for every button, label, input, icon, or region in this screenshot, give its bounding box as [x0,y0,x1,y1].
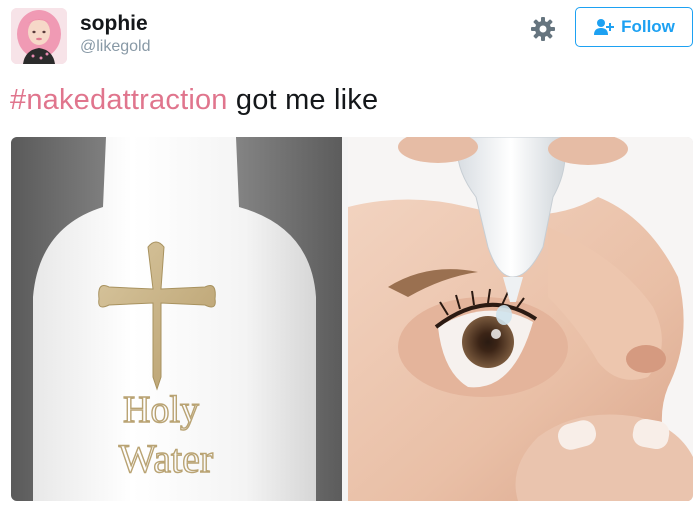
follow-user-icon [593,18,615,36]
bottle-label-line2: Water [119,436,214,481]
holy-water-image: Holy Water [11,137,342,501]
tweet-media[interactable]: Holy Water [11,137,693,501]
user-handle[interactable]: @likegold [80,38,151,56]
tweet-text: #nakedattraction got me like [10,84,378,117]
eye-drop-image [348,137,693,501]
tweet-text-rest: got me like [227,84,379,116]
gear-icon[interactable] [528,14,558,44]
bottle-label-line1: Holy [123,389,199,431]
avatar[interactable] [11,8,67,64]
display-name[interactable]: sophie [80,12,148,36]
tweet-header: sophie @likegold Follow [0,0,700,75]
follow-label: Follow [621,17,675,36]
follow-button[interactable]: Follow [575,7,693,47]
hashtag-link[interactable]: #nakedattraction [10,84,228,116]
